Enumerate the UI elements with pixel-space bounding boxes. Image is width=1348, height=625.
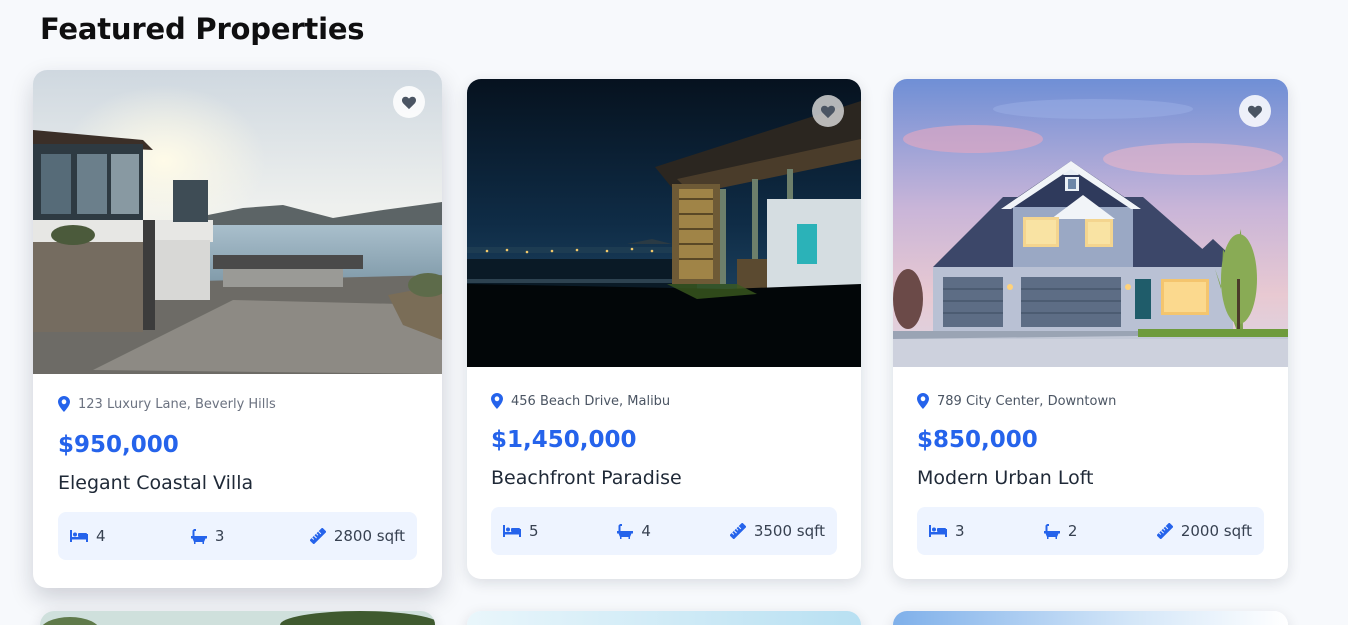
property-price: $850,000 bbox=[917, 427, 1038, 453]
section-title: Featured Properties bbox=[40, 12, 365, 46]
favorite-button[interactable] bbox=[812, 95, 844, 127]
property-card[interactable] bbox=[893, 611, 1288, 625]
favorite-button[interactable] bbox=[1239, 95, 1271, 127]
baths-count: 3 bbox=[214, 527, 225, 545]
property-price: $1,450,000 bbox=[491, 427, 637, 453]
property-card[interactable]: 123 Luxury Lane, Beverly Hills $950,000 … bbox=[33, 70, 442, 588]
ruler-icon bbox=[729, 523, 746, 539]
feature-baths: 4 bbox=[617, 522, 651, 540]
area-value: 2800 sqft bbox=[333, 527, 405, 545]
bed-icon bbox=[70, 530, 88, 542]
feature-beds: 5 bbox=[503, 522, 539, 540]
feature-area: 2000 sqft bbox=[1156, 522, 1252, 540]
property-card[interactable]: 456 Beach Drive, Malibu $1,450,000 Beach… bbox=[467, 79, 861, 579]
map-pin-icon bbox=[491, 393, 503, 409]
property-card[interactable]: 789 City Center, Downtown $850,000 Moder… bbox=[893, 79, 1288, 579]
heart-icon bbox=[820, 104, 836, 119]
baths-count: 2 bbox=[1067, 522, 1078, 540]
property-image[interactable] bbox=[40, 611, 435, 625]
map-pin-icon bbox=[917, 393, 929, 409]
property-name[interactable]: Beachfront Paradise bbox=[491, 467, 837, 489]
heart-icon bbox=[401, 95, 417, 110]
feature-beds: 3 bbox=[929, 522, 965, 540]
address-text: 123 Luxury Lane, Beverly Hills bbox=[78, 396, 276, 412]
bed-icon bbox=[929, 525, 947, 537]
address-text: 789 City Center, Downtown bbox=[937, 393, 1117, 409]
feature-area: 3500 sqft bbox=[729, 522, 825, 540]
bath-icon bbox=[617, 523, 634, 539]
property-price: $950,000 bbox=[58, 432, 179, 458]
property-image[interactable] bbox=[467, 79, 861, 367]
ruler-icon bbox=[1156, 523, 1173, 539]
address-text: 456 Beach Drive, Malibu bbox=[511, 393, 671, 409]
bath-icon bbox=[1043, 523, 1060, 539]
heart-icon bbox=[1247, 104, 1263, 119]
favorite-button[interactable] bbox=[393, 86, 425, 118]
property-location: 456 Beach Drive, Malibu bbox=[491, 393, 837, 409]
beds-count: 5 bbox=[529, 522, 539, 540]
property-features: 5 4 3500 sqft bbox=[491, 507, 837, 555]
property-name[interactable]: Elegant Coastal Villa bbox=[58, 472, 417, 494]
property-card[interactable] bbox=[40, 611, 435, 625]
bath-icon bbox=[190, 528, 207, 544]
area-value: 2000 sqft bbox=[1180, 522, 1252, 540]
property-image[interactable] bbox=[893, 611, 1288, 625]
ruler-icon bbox=[309, 528, 326, 544]
property-name[interactable]: Modern Urban Loft bbox=[917, 467, 1264, 489]
bed-icon bbox=[503, 525, 521, 537]
beds-count: 3 bbox=[955, 522, 965, 540]
property-image[interactable] bbox=[33, 70, 442, 374]
feature-beds: 4 bbox=[70, 527, 106, 545]
property-card[interactable] bbox=[467, 611, 861, 625]
baths-count: 4 bbox=[641, 522, 651, 540]
property-features: 3 2 2000 sqft bbox=[917, 507, 1264, 555]
property-location: 789 City Center, Downtown bbox=[917, 393, 1264, 409]
area-value: 3500 sqft bbox=[753, 522, 825, 540]
property-image[interactable] bbox=[467, 611, 861, 625]
beds-count: 4 bbox=[96, 527, 106, 545]
property-features: 4 3 2800 sqft bbox=[58, 512, 417, 560]
property-location: 123 Luxury Lane, Beverly Hills bbox=[58, 396, 417, 412]
property-image[interactable] bbox=[893, 79, 1288, 367]
feature-area: 2800 sqft bbox=[309, 527, 405, 545]
feature-baths: 2 bbox=[1043, 522, 1078, 540]
map-pin-icon bbox=[58, 396, 70, 412]
feature-baths: 3 bbox=[190, 527, 225, 545]
